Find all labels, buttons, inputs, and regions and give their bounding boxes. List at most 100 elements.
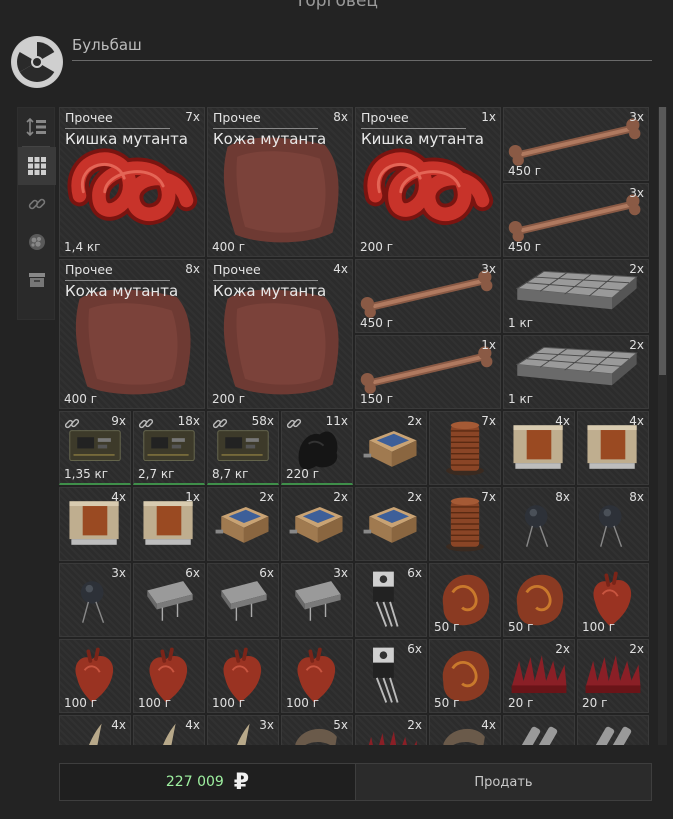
- item-category-divider: [65, 128, 170, 129]
- inventory-item-transformer[interactable]: 4x: [577, 411, 649, 485]
- item-weight: 200 г: [360, 240, 394, 254]
- inventory-item-hoof[interactable]: 4x: [429, 715, 501, 745]
- item-category: Прочее: [65, 262, 113, 277]
- item-weight: 20 г: [508, 696, 534, 710]
- inventory-item-transformer[interactable]: 1x: [133, 487, 205, 561]
- inventory-item-transformer[interactable]: 4x: [503, 411, 575, 485]
- inventory-item-crystal[interactable]: 3x: [281, 563, 353, 637]
- item-category-divider: [213, 128, 318, 129]
- item-weight: 200 г: [212, 392, 246, 406]
- box-filter-button[interactable]: [18, 261, 56, 299]
- inventory-item-coil[interactable]: 7x: [429, 487, 501, 561]
- inventory-item-claw[interactable]: 3x: [207, 715, 279, 745]
- grid-filter-button[interactable]: [18, 147, 56, 185]
- item-weight: 1,4 кг: [64, 240, 101, 254]
- item-weight: 100 г: [286, 696, 320, 710]
- item-quantity: 2x: [407, 490, 422, 504]
- inventory-item-bone[interactable]: 3x 450 г: [503, 183, 649, 257]
- item-weight: 450 г: [508, 240, 542, 254]
- inventory-item-coal[interactable]: 11x 220 г: [281, 411, 353, 485]
- inventory-item-circuit-board[interactable]: 58x 8,7 кг: [207, 411, 279, 485]
- inventory-item-coil[interactable]: 7x: [429, 411, 501, 485]
- inventory-item-bone[interactable]: 3x 450 г: [503, 107, 649, 181]
- inventory-item-mutant-skin[interactable]: Прочее Кожа мутанта 4x 200 г: [207, 259, 353, 409]
- link-icon: [286, 416, 302, 432]
- inventory-item-mesh-panel[interactable]: 2x 1 кг: [503, 259, 649, 333]
- item-quantity: 2x: [629, 338, 644, 352]
- item-quantity: 2x: [407, 718, 422, 732]
- inventory-item-meat[interactable]: 50 г: [429, 563, 501, 637]
- item-weight: 400 г: [212, 240, 246, 254]
- inventory-item-mutant-gut[interactable]: Прочее Кишка мутанта 7x 1,4 кг: [59, 107, 205, 257]
- inventory-item-mesh-panel[interactable]: 2x 1 кг: [503, 335, 649, 409]
- inventory-item-solar-module[interactable]: 2x: [281, 487, 353, 561]
- link-filter-button[interactable]: [18, 185, 56, 223]
- sort-icon: [26, 117, 46, 137]
- scrollbar-thumb[interactable]: [659, 107, 666, 375]
- inventory-item-solar-module[interactable]: 2x: [207, 487, 279, 561]
- item-weight: 50 г: [434, 620, 460, 634]
- item-quantity: 4x: [111, 490, 126, 504]
- money-amount: 227 009: [165, 774, 224, 790]
- inventory-item-claw[interactable]: 4x: [59, 715, 131, 745]
- inventory-item-hoof[interactable]: 5x: [281, 715, 353, 745]
- inventory-item-tool[interactable]: [503, 715, 575, 745]
- item-weight: 1,35 кг: [64, 467, 109, 481]
- inventory-item-mutant-gut[interactable]: Прочее Кишка мутанта 1x 200 г: [355, 107, 501, 257]
- money-display: 227 009 ₽: [60, 764, 356, 800]
- item-quantity: 7x: [481, 490, 496, 504]
- inventory-item-capacitor[interactable]: 3x: [59, 563, 131, 637]
- item-category: Прочее: [361, 110, 409, 125]
- inventory-item-spikes[interactable]: 2x 20 г: [503, 639, 575, 713]
- inventory-item-crystal[interactable]: 6x: [133, 563, 205, 637]
- scrollbar[interactable]: [658, 107, 667, 745]
- inventory-item-heart[interactable]: 100 г: [133, 639, 205, 713]
- item-quantity: 8x: [333, 110, 348, 124]
- inventory-item-mutant-skin[interactable]: Прочее Кожа мутанта 8x 400 г: [59, 259, 205, 409]
- inventory-item-heart[interactable]: 100 г: [577, 563, 649, 637]
- inventory-item-mutant-skin[interactable]: Прочее Кожа мутанта 8x 400 г: [207, 107, 353, 257]
- inventory-item-capacitor[interactable]: 8x: [503, 487, 575, 561]
- artifact-filter-button[interactable]: [18, 223, 56, 261]
- item-weight: 100 г: [582, 620, 616, 634]
- item-quantity: 4x: [333, 262, 348, 276]
- inventory-item-bone[interactable]: 1x 150 г: [355, 335, 501, 409]
- link-icon: [64, 416, 80, 432]
- item-quantity: 11x: [325, 414, 348, 428]
- item-weight: 50 г: [508, 620, 534, 634]
- inventory-item-transistor[interactable]: 6x: [355, 563, 427, 637]
- inventory-item-meat[interactable]: 50 г: [503, 563, 575, 637]
- inventory-item-crystal[interactable]: 6x: [207, 563, 279, 637]
- trader-name: Бульбаш: [72, 33, 652, 61]
- inventory-item-meat[interactable]: 50 г: [429, 639, 501, 713]
- item-quantity: 4x: [555, 414, 570, 428]
- inventory-item-heart[interactable]: 100 г: [207, 639, 279, 713]
- inventory-item-circuit-board[interactable]: 9x 1,35 кг: [59, 411, 131, 485]
- item-quantity: 1x: [185, 490, 200, 504]
- inventory-item-spikes[interactable]: 2x: [355, 715, 427, 745]
- item-quantity: 4x: [111, 718, 126, 732]
- item-weight: 20 г: [582, 696, 608, 710]
- inventory-item-bone[interactable]: 3x 450 г: [355, 259, 501, 333]
- inventory-item-heart[interactable]: 100 г: [281, 639, 353, 713]
- inventory-item-spikes[interactable]: 2x 20 г: [577, 639, 649, 713]
- inventory-item-circuit-board[interactable]: 18x 2,7 кг: [133, 411, 205, 485]
- inventory-item-heart[interactable]: 100 г: [59, 639, 131, 713]
- inventory-item-claw[interactable]: 4x: [133, 715, 205, 745]
- inventory-item-capacitor[interactable]: 8x: [577, 487, 649, 561]
- currency-icon: ₽: [233, 769, 250, 795]
- item-quantity: 7x: [481, 414, 496, 428]
- inventory-item-transistor[interactable]: 6x: [355, 639, 427, 713]
- inventory-item-solar-module[interactable]: 2x: [355, 487, 427, 561]
- item-quantity: 58x: [251, 414, 274, 428]
- inventory-item-transformer[interactable]: 4x: [59, 487, 131, 561]
- item-weight: 50 г: [434, 696, 460, 710]
- inventory-item-tool[interactable]: [577, 715, 649, 745]
- item-quantity: 6x: [259, 566, 274, 580]
- inventory-item-solar-module[interactable]: 2x: [355, 411, 427, 485]
- radiation-icon: [11, 36, 63, 88]
- item-quantity: 6x: [407, 642, 422, 656]
- sort-button[interactable]: [18, 108, 56, 146]
- item-quantity: 3x: [629, 110, 644, 124]
- sell-button[interactable]: Продать: [356, 764, 651, 800]
